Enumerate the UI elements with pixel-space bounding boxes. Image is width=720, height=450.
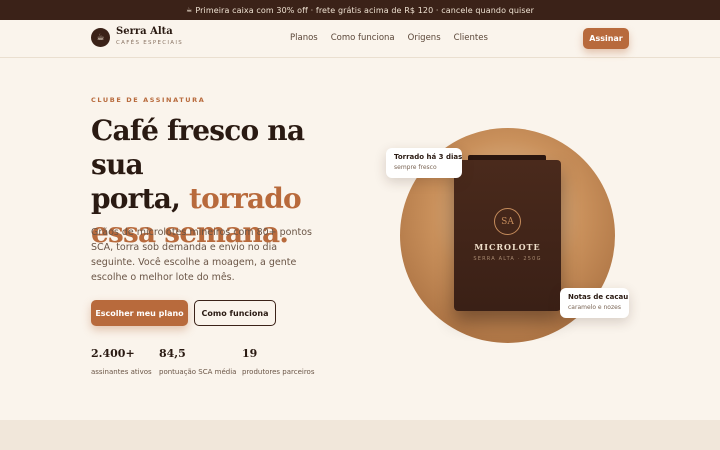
subscribe-button[interactable]: Assinar (583, 28, 629, 49)
nav-link-como-funciona[interactable]: Como funciona (331, 33, 395, 43)
promo-text: Primeira caixa com 30% off · frete gráti… (195, 5, 535, 15)
card-subtitle: caramelo e nozes (568, 304, 621, 311)
bag-seal-logo: SA (494, 208, 521, 235)
stat-subscribers: 2.400+ assinantes ativos (91, 347, 152, 376)
how-it-works-button[interactable]: Como funciona (194, 300, 276, 326)
bag-title: MICROLOTE (474, 242, 541, 252)
brand-name[interactable]: Serra Alta (116, 26, 173, 37)
coffee-cup-icon[interactable]: ☕ (91, 28, 110, 47)
stat-label: assinantes ativos (91, 368, 152, 376)
headline-line2: porta, (91, 182, 189, 215)
tasting-notes-card: Notas de cacau caramelo e nozes (560, 288, 629, 318)
stat-label: produtores parceiros (242, 368, 315, 376)
nav-link-origens[interactable]: Origens (408, 33, 441, 43)
headline-line1: Café fresco na sua (91, 114, 305, 181)
coffee-icon: ☕ (185, 6, 193, 14)
brand-tagline: CAFÉS ESPECIAIS (116, 40, 184, 46)
nav-links: Planos Como funciona Origens Clientes (290, 33, 488, 43)
stat-value: 2.400+ (91, 347, 135, 360)
top-nav: ☕ Serra Alta CAFÉS ESPECIAIS Planos Como… (0, 20, 720, 58)
hero-eyebrow: CLUBE DE ASSINATURA (91, 96, 206, 104)
card-title: Torrado há 3 dias (394, 153, 463, 161)
stat-sca-score: 84,5 pontuação SCA média (159, 347, 236, 376)
nav-link-clientes[interactable]: Clientes (454, 33, 488, 43)
promo-bar: ☕ Primeira caixa com 30% off · frete grá… (0, 0, 720, 20)
hero-description: Grãos de microlotes mineiros com 80+ pon… (91, 227, 312, 283)
card-title: Notas de cacau (568, 293, 629, 301)
next-section-band (0, 420, 720, 450)
stat-producers: 19 produtores parceiros (242, 347, 314, 376)
card-subtitle: sempre fresco (394, 164, 437, 171)
bag-subtitle: SERRA ALTA · 250G (473, 256, 542, 262)
roast-freshness-card: Torrado há 3 dias sempre fresco (386, 148, 462, 178)
stat-value: 84,5 (159, 347, 186, 360)
nav-link-planos[interactable]: Planos (290, 33, 318, 43)
stat-label: pontuação SCA média (159, 368, 237, 376)
choose-plan-button[interactable]: Escolher meu plano (91, 300, 188, 326)
coffee-bag-image (454, 160, 561, 311)
stat-value: 19 (242, 347, 258, 360)
